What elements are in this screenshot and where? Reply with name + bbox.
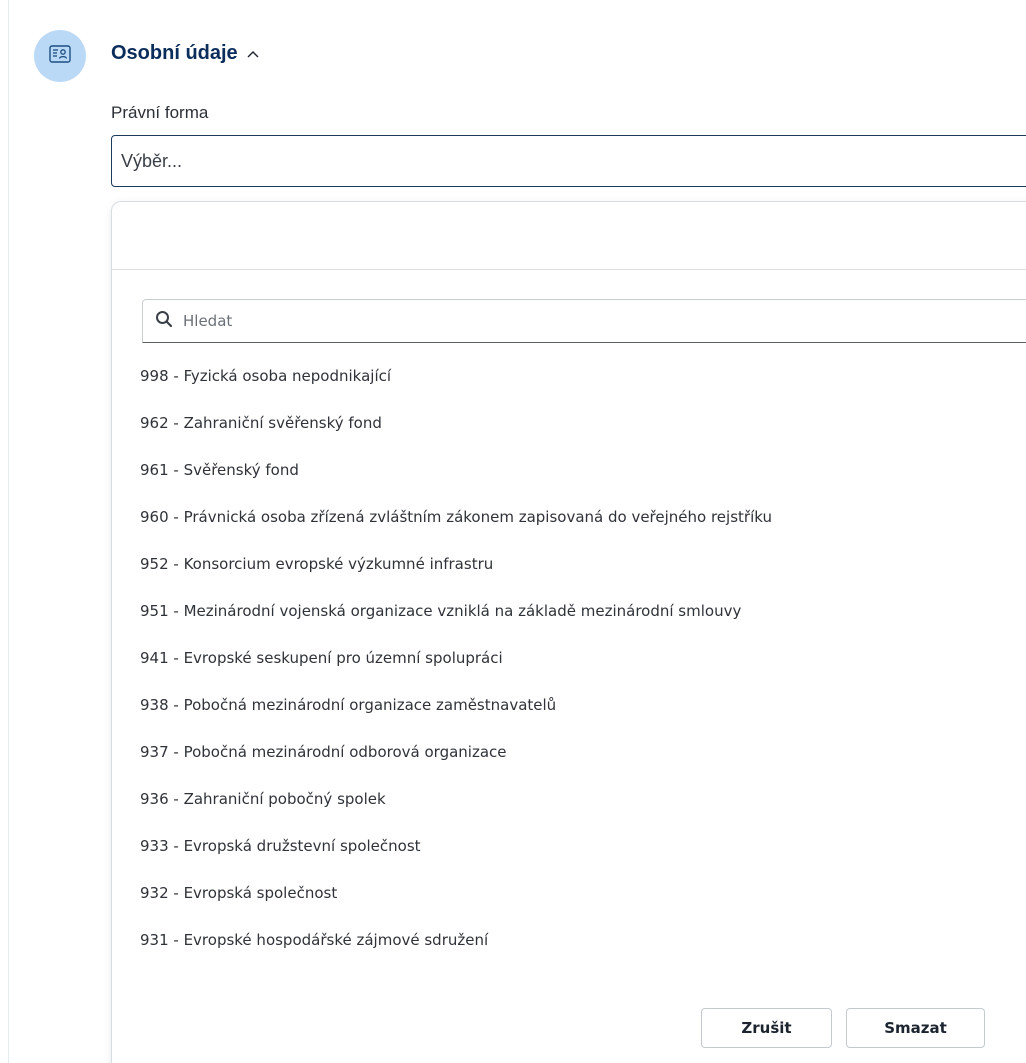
- chevron-up-icon: [246, 49, 260, 59]
- legal-form-dropdown: 998 - Fyzická osoba nepodnikající 962 - …: [111, 201, 1026, 1063]
- option-item[interactable]: 932 - Evropská společnost: [140, 882, 1020, 929]
- option-item[interactable]: 962 - Zahraniční svěřenský fond: [140, 412, 1020, 459]
- form-page: Osobní údaje Právní forma Výběr... 998 -…: [0, 0, 1026, 1063]
- option-item[interactable]: 931 - Evropské hospodářské zájmové sdruž…: [140, 929, 1020, 976]
- legal-form-label: Právní forma: [111, 103, 209, 122]
- option-item[interactable]: 960 - Právnická osoba zřízená zvláštním …: [140, 506, 1020, 553]
- option-item[interactable]: 938 - Pobočná mezinárodní organizace zam…: [140, 694, 1020, 741]
- left-divider: [8, 0, 9, 1063]
- search-icon: [155, 310, 173, 333]
- search-box[interactable]: [142, 299, 1026, 343]
- option-item[interactable]: 936 - Zahraniční pobočný spolek: [140, 788, 1020, 835]
- section-avatar: [34, 30, 86, 82]
- list-fade: [140, 978, 1020, 1000]
- option-item[interactable]: 937 - Pobočná mezinárodní odborová organ…: [140, 741, 1020, 788]
- person-card-icon: [48, 42, 72, 71]
- option-item[interactable]: 951 - Mezinárodní vojenská organizace vz…: [140, 600, 1020, 647]
- section-toggle[interactable]: Osobní údaje: [111, 42, 260, 65]
- legal-form-select[interactable]: Výběr...: [111, 135, 1026, 187]
- option-item[interactable]: 933 - Evropská družstevní společnost: [140, 835, 1020, 882]
- option-item[interactable]: 961 - Svěřenský fond: [140, 459, 1020, 506]
- clear-button[interactable]: Smazat: [846, 1008, 985, 1048]
- search-input[interactable]: [181, 311, 1005, 331]
- option-item[interactable]: 952 - Konsorcium evropské výzkumné infra…: [140, 553, 1020, 600]
- section-title: Osobní údaje: [111, 42, 238, 64]
- cancel-button[interactable]: Zrušit: [701, 1008, 832, 1048]
- options-list: 998 - Fyzická osoba nepodnikající 962 - …: [140, 365, 1020, 1000]
- dropdown-divider: [112, 269, 1026, 270]
- option-item[interactable]: 998 - Fyzická osoba nepodnikající: [140, 365, 1020, 412]
- select-value: Výběr...: [121, 150, 183, 171]
- option-item[interactable]: 941 - Evropské seskupení pro územní spol…: [140, 647, 1020, 694]
